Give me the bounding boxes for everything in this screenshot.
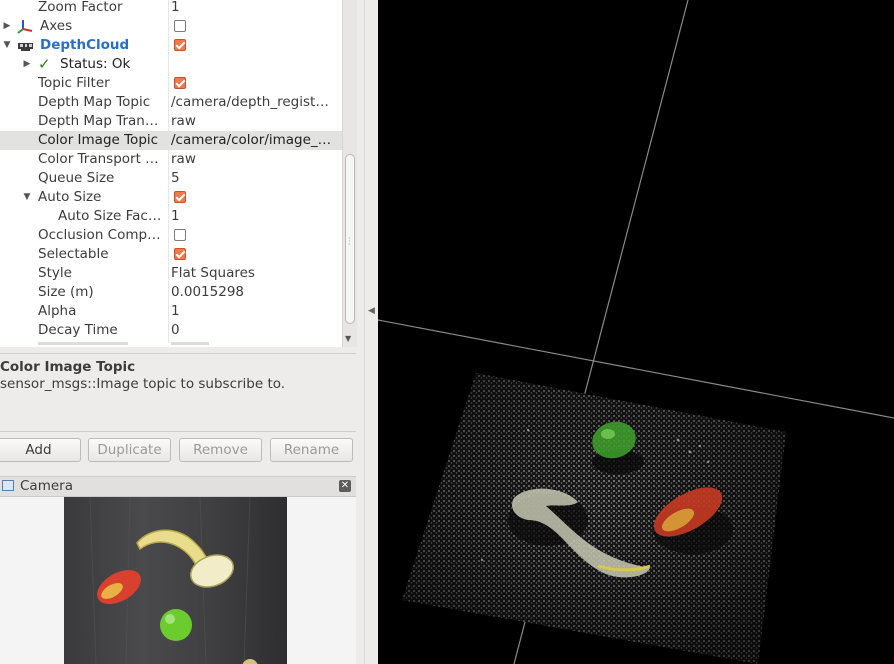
property-name: Depth Map Tran… xyxy=(38,113,159,129)
displays-tree[interactable]: Zoom Factor 1 ▶ Axes ▼ DepthCloud ▶ ✓ St… xyxy=(0,0,342,347)
display-name: DepthCloud xyxy=(40,37,130,53)
tree-scrollbar[interactable]: · · · ▼ xyxy=(342,0,357,347)
property-value[interactable]: /camera/color/image_… xyxy=(171,131,340,150)
depthcloud-enabled-checkbox[interactable] xyxy=(174,39,186,51)
topic-filter-checkbox[interactable] xyxy=(174,77,186,89)
description-text: sensor_msgs::Image topic to subscribe to… xyxy=(0,376,286,392)
axes-enabled-checkbox[interactable] xyxy=(174,20,186,32)
property-row-auto-size[interactable]: ▼ Auto Size xyxy=(0,188,342,207)
remove-button[interactable]: Remove xyxy=(179,438,262,462)
property-description-panel: Color Image Topic sensor_msgs::Image top… xyxy=(0,353,356,432)
point-cloud-scene xyxy=(378,0,894,664)
property-row-topic-filter[interactable]: Topic Filter xyxy=(0,74,342,93)
status-text: Status: Ok xyxy=(60,56,131,72)
property-name: Queue Size xyxy=(38,170,115,186)
grid-line xyxy=(378,319,894,419)
3d-render-view[interactable] xyxy=(378,0,894,664)
property-name: Zoom Factor xyxy=(38,0,123,15)
property-value[interactable]: raw xyxy=(171,112,340,131)
property-row-size[interactable]: Size (m) 0.0015298 xyxy=(0,283,342,302)
property-value[interactable]: 0.0015298 xyxy=(171,283,340,302)
camera-panel-title: Camera xyxy=(20,478,73,494)
grip-icon: · · · xyxy=(348,234,351,249)
property-row-occlusion-compensation[interactable]: Occlusion Comp… xyxy=(0,226,342,245)
left-panel: Zoom Factor 1 ▶ Axes ▼ DepthCloud ▶ ✓ St… xyxy=(0,0,364,664)
property-row-color-image-topic[interactable]: Color Image Topic /camera/color/image_… xyxy=(0,131,342,150)
axes-icon xyxy=(17,19,33,34)
display-name: Axes xyxy=(40,18,73,34)
property-value[interactable]: 1 xyxy=(171,207,340,226)
property-value[interactable]: /camera/depth_regist… xyxy=(171,93,340,112)
property-value[interactable]: raw xyxy=(171,150,340,169)
collapse-left-arrow-icon[interactable]: ◀ xyxy=(368,306,375,316)
status-row[interactable]: ▶ ✓ Status: Ok xyxy=(0,55,342,74)
property-row-zoom-factor[interactable]: Zoom Factor 1 xyxy=(0,0,342,17)
property-row-color-transport[interactable]: Color Transport … raw xyxy=(0,150,342,169)
description-title: Color Image Topic xyxy=(0,359,136,375)
property-row-depth-map-transport[interactable]: Depth Map Tran… raw xyxy=(0,112,342,131)
property-value[interactable]: Flat Squares xyxy=(171,264,340,283)
collapse-arrow-icon[interactable]: ▼ xyxy=(22,188,32,207)
scroll-down-arrow-icon[interactable]: ▼ xyxy=(345,334,351,343)
property-value[interactable]: 1 xyxy=(171,302,340,321)
scrollbar-thumb[interactable]: · · · xyxy=(345,154,355,324)
camera-panel-header[interactable]: Camera ✕ xyxy=(0,476,356,497)
collapse-arrow-icon[interactable]: ▼ xyxy=(2,36,12,55)
property-name: Depth Map Topic xyxy=(38,94,151,110)
property-name: Alpha xyxy=(38,303,77,319)
auto-size-checkbox[interactable] xyxy=(174,191,186,203)
property-row-selectable[interactable]: Selectable xyxy=(0,245,342,264)
property-value[interactable]: 1 xyxy=(171,0,340,17)
property-row-style[interactable]: Style Flat Squares xyxy=(0,264,342,283)
occlusion-compensation-checkbox[interactable] xyxy=(174,229,186,241)
property-name: Color Image Topic xyxy=(38,132,159,148)
property-row-auto-size-factor[interactable]: Auto Size Fac… 1 xyxy=(0,207,342,226)
property-name: Auto Size Fac… xyxy=(58,208,162,224)
panel-splitter[interactable]: ◀ xyxy=(364,0,379,664)
property-name: Selectable xyxy=(38,246,109,262)
rename-button[interactable]: Rename xyxy=(270,438,353,462)
expand-arrow-icon[interactable]: ▶ xyxy=(2,17,12,36)
depthcloud-icon xyxy=(17,40,34,51)
camera-icon xyxy=(2,480,14,491)
check-icon: ✓ xyxy=(38,55,51,73)
camera-image-view[interactable] xyxy=(0,497,356,664)
clipped-row xyxy=(0,342,342,347)
property-value[interactable]: 5 xyxy=(171,169,340,188)
property-name: Decay Time xyxy=(38,322,118,338)
property-name: Occlusion Comp… xyxy=(38,227,161,243)
property-name: Size (m) xyxy=(38,284,94,300)
camera-image xyxy=(64,497,287,664)
property-name: Topic Filter xyxy=(38,75,110,91)
selectable-checkbox[interactable] xyxy=(174,248,186,260)
property-row-alpha[interactable]: Alpha 1 xyxy=(0,302,342,321)
expand-arrow-icon[interactable]: ▶ xyxy=(22,55,32,74)
property-name: Color Transport … xyxy=(38,151,159,167)
property-row-depth-map-topic[interactable]: Depth Map Topic /camera/depth_regist… xyxy=(0,93,342,112)
property-value[interactable]: 0 xyxy=(171,321,340,340)
property-row-decay-time[interactable]: Decay Time 0 xyxy=(0,321,342,340)
property-name: Style xyxy=(38,265,72,281)
close-icon[interactable]: ✕ xyxy=(339,480,351,492)
display-row-depthcloud[interactable]: ▼ DepthCloud xyxy=(0,36,342,55)
property-row-queue-size[interactable]: Queue Size 5 xyxy=(0,169,342,188)
duplicate-button[interactable]: Duplicate xyxy=(88,438,171,462)
property-name: Auto Size xyxy=(38,189,102,205)
add-button[interactable]: Add xyxy=(0,438,81,462)
display-row-axes[interactable]: ▶ Axes xyxy=(0,17,342,36)
